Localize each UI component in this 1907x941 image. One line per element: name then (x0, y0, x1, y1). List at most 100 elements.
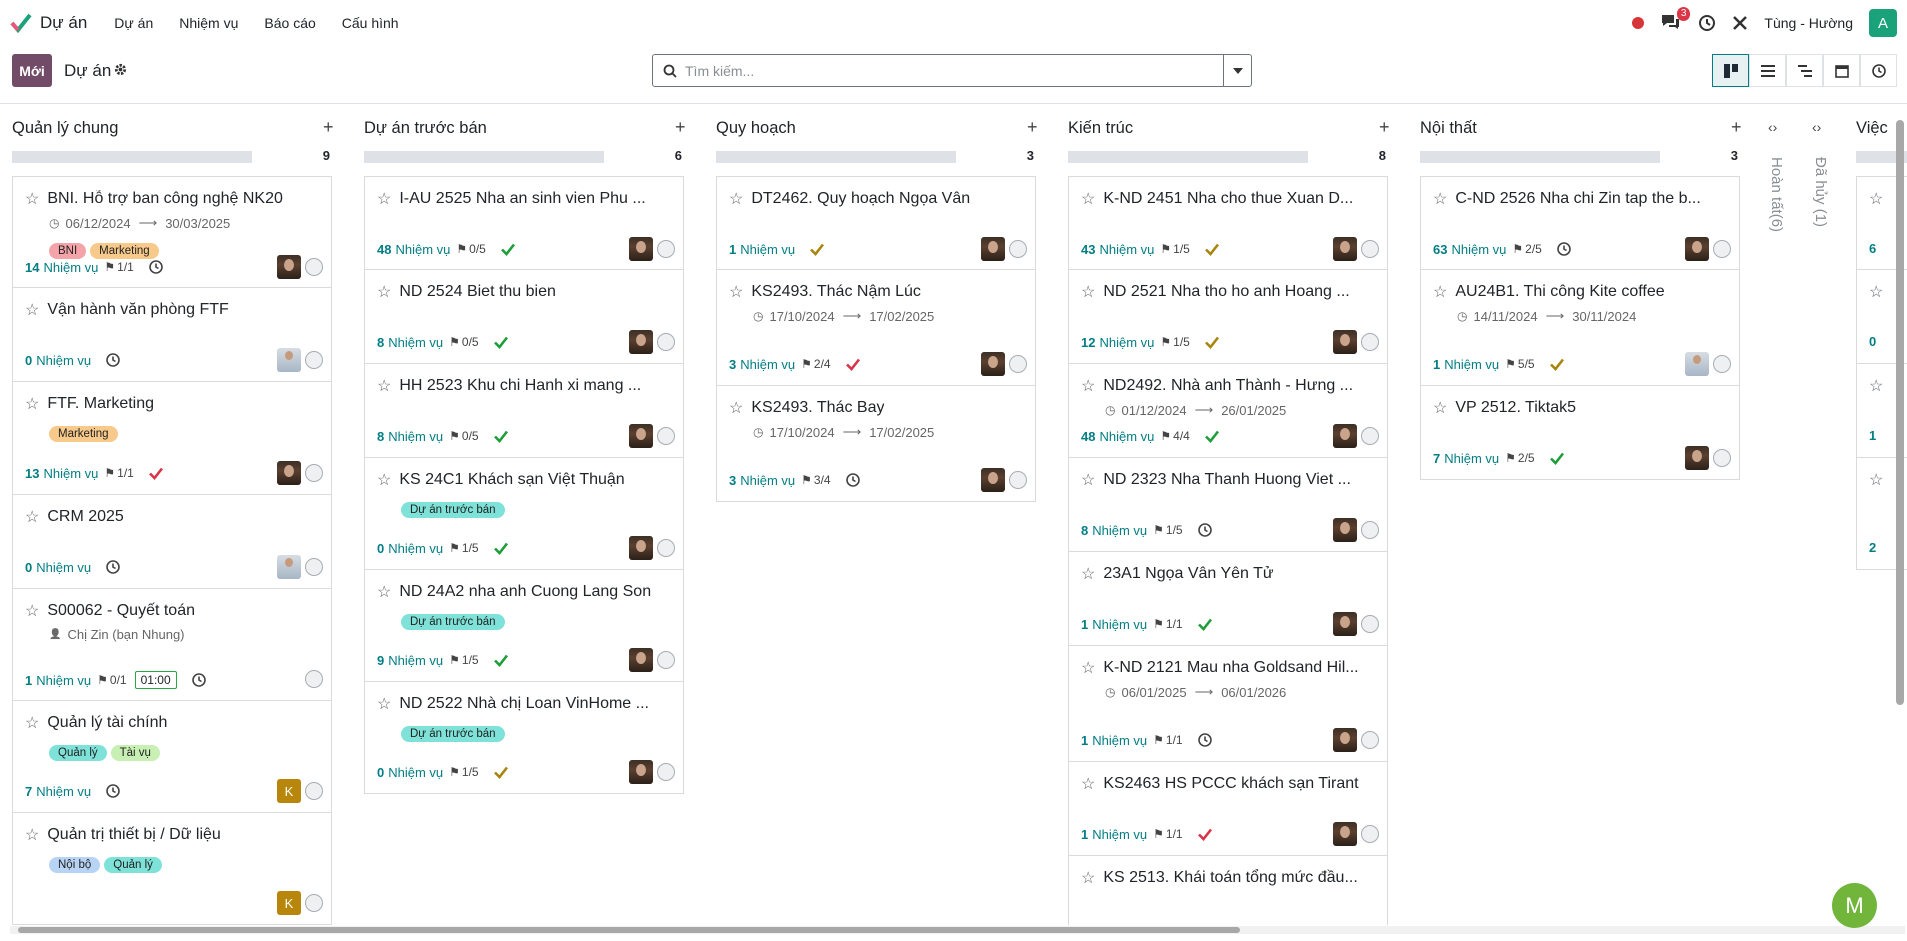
check-green-icon[interactable] (1204, 428, 1220, 444)
project-card[interactable]: ☆ DT2462. Quy hoạch Ngọa Vân 1 Nhiệm vụ (716, 176, 1036, 270)
task-count[interactable]: 0 (1869, 334, 1876, 349)
tasks-link[interactable]: 8 Nhiệm vụ (1081, 523, 1147, 538)
status-circle[interactable] (1361, 825, 1379, 843)
assignee-avatar[interactable] (1333, 518, 1357, 542)
project-card[interactable]: ☆ Quản lý tài chính Quản lý Tài vụ 7 Nhiệm vụ… (12, 701, 332, 813)
tasks-link[interactable]: 1 Nhiệm vụ (25, 673, 91, 688)
clock-icon[interactable] (1197, 522, 1213, 538)
project-card[interactable]: ☆ VP 2512. Tiktak5 7 Nhiệm vụ ⚑ 2/5 (1420, 386, 1740, 480)
assignee-avatar[interactable] (1685, 237, 1709, 261)
project-card[interactable]: ☆ ND 2323 Nha Thanh Huong Viet ... 8 Nhiệm … (1068, 458, 1388, 552)
add-card-plus-icon[interactable]: + (1731, 117, 1742, 138)
check-olive-icon[interactable] (1204, 241, 1220, 257)
search-options-toggle[interactable] (1223, 55, 1251, 86)
project-card[interactable]: ☆ HH 2523 Khu chi Hanh xi mang ... 8 Nhiệm … (364, 364, 684, 458)
check-green-icon[interactable] (493, 334, 509, 350)
assignee-avatar[interactable] (1333, 612, 1357, 636)
user-avatar[interactable]: A (1869, 9, 1897, 37)
favorite-star-icon[interactable]: ☆ (377, 470, 391, 490)
favorite-star-icon[interactable]: ☆ (729, 189, 743, 209)
app-brand[interactable]: Dự án (10, 13, 87, 33)
favorite-star-icon[interactable]: ☆ (1081, 658, 1095, 678)
tasks-link[interactable]: 0 Nhiệm vụ (25, 353, 91, 368)
gear-icon[interactable] (114, 63, 127, 76)
favorite-star-icon[interactable]: ☆ (25, 825, 39, 845)
gantt-view-button[interactable] (1786, 54, 1823, 87)
project-card[interactable]: ☆ Vận hành văn phòng FTF 0 Nhiệm vụ (12, 288, 332, 382)
tasks-link[interactable]: 0 Nhiệm vụ (377, 765, 443, 780)
check-red-icon[interactable] (148, 465, 164, 481)
column-title[interactable]: Quy hoạch (716, 119, 796, 138)
tasks-link[interactable]: 7 Nhiệm vụ (25, 784, 91, 799)
column-title[interactable]: Kiến trúc (1068, 119, 1133, 138)
status-circle[interactable] (657, 427, 675, 445)
favorite-star-icon[interactable]: ☆ (377, 694, 391, 714)
assignee-avatar[interactable] (629, 536, 653, 560)
assignee-avatar[interactable] (629, 237, 653, 261)
tasks-link[interactable]: 48 Nhiệm vụ (1081, 429, 1154, 444)
project-card[interactable]: ☆ KS2493. Thác Bay ◷ 17/10/2024 ⟶ 17/02/2025 3… (716, 386, 1036, 502)
vertical-scrollbar[interactable] (1896, 120, 1905, 920)
favorite-star-icon[interactable]: ☆ (1433, 398, 1447, 418)
assignee-avatar[interactable] (1333, 330, 1357, 354)
task-count[interactable]: 2 (1869, 540, 1876, 555)
clock-icon[interactable] (105, 783, 121, 799)
favorite-star-icon[interactable]: ☆ (377, 376, 391, 396)
favorite-star-icon[interactable]: ☆ (25, 713, 39, 733)
assignee-avatar[interactable]: K (277, 891, 301, 915)
menu-du-an[interactable]: Dự án (114, 15, 153, 31)
project-card[interactable]: ☆ ND 2521 Nha tho ho anh Hoang ... 12 Nhiệm… (1068, 270, 1388, 364)
check-green-icon[interactable] (500, 241, 516, 257)
status-circle[interactable] (1009, 471, 1027, 489)
status-circle[interactable] (657, 651, 675, 669)
favorite-star-icon[interactable]: ☆ (729, 398, 743, 418)
favorite-star-icon[interactable]: ☆ (1081, 376, 1095, 396)
tasks-link[interactable]: 8 Nhiệm vụ (377, 429, 443, 444)
tasks-link[interactable]: 7 Nhiệm vụ (1433, 451, 1499, 466)
status-circle[interactable] (1009, 240, 1027, 258)
check-olive-icon[interactable] (1204, 334, 1220, 350)
task-count[interactable]: 1 (1869, 428, 1876, 443)
project-card[interactable]: ☆ 23A1 Ngọa Vân Yên Tử 1 Nhiệm vụ ⚑ 1/1 (1068, 552, 1388, 646)
project-card[interactable]: ☆ AU24B1. Thi công Kite coffee ◷ 14/11/2024… (1420, 270, 1740, 386)
clock-icon[interactable] (191, 672, 207, 688)
tasks-link[interactable]: 1 Nhiệm vụ (729, 242, 795, 257)
tasks-link[interactable]: 1 Nhiệm vụ (1433, 357, 1499, 372)
favorite-star-icon[interactable]: ☆ (25, 189, 39, 209)
status-circle[interactable] (1361, 521, 1379, 539)
tasks-link[interactable]: 0 Nhiệm vụ (377, 541, 443, 556)
favorite-star-icon[interactable]: ☆ (1869, 376, 1883, 396)
check-olive-icon[interactable] (809, 241, 825, 257)
column-progress-bar[interactable] (1420, 151, 1660, 163)
column-progress-bar[interactable] (1068, 151, 1308, 163)
project-card[interactable]: ☆ S00062 - Quyết toán 👤 Chị Zin (bạn Nhung)… (12, 589, 332, 701)
status-circle[interactable] (1713, 449, 1731, 467)
search-input[interactable] (685, 62, 1223, 79)
favorite-star-icon[interactable]: ☆ (25, 394, 39, 414)
status-circle[interactable] (305, 351, 323, 369)
folded-column[interactable]: ‹› Đã hủy (1) (1806, 105, 1846, 305)
status-circle[interactable] (1361, 427, 1379, 445)
assignee-avatar[interactable] (629, 424, 653, 448)
tasks-link[interactable]: 3 Nhiệm vụ (729, 357, 795, 372)
user-name[interactable]: Tùng - Hường (1764, 15, 1853, 31)
project-card[interactable]: ☆ ND 2524 Biet thu bien 8 Nhiệm vụ ⚑ 0/5 (364, 270, 684, 364)
project-card[interactable]: ☆ Quản trị thiết bị / Dữ liệu Nội bộ Quản l… (12, 813, 332, 925)
assignee-avatar[interactable] (1685, 446, 1709, 470)
column-title[interactable]: Nội thất (1420, 119, 1477, 138)
tasks-link[interactable]: 13 Nhiệm vụ (25, 466, 98, 481)
check-red-icon[interactable] (1197, 826, 1213, 842)
column-progress-bar[interactable] (364, 151, 604, 163)
column-progress-bar[interactable] (12, 151, 252, 163)
status-circle[interactable] (305, 558, 323, 576)
favorite-star-icon[interactable]: ☆ (377, 189, 391, 209)
new-button[interactable]: Mới (12, 54, 52, 87)
project-card[interactable]: ☆ KS2493. Thác Nậm Lúc ◷ 17/10/2024 ⟶ 17/02/2… (716, 270, 1036, 386)
expand-arrows-icon[interactable]: ‹› (1768, 119, 1777, 135)
project-card[interactable]: ☆ ND 2522 Nhà chị Loan VinHome ... Dự án t… (364, 682, 684, 794)
add-card-plus-icon[interactable]: + (323, 117, 334, 138)
column-progress-bar[interactable] (716, 151, 956, 163)
status-circle[interactable] (657, 763, 675, 781)
assignee-avatar[interactable] (981, 237, 1005, 261)
project-card[interactable]: ☆ KS 24C1 Khách sạn Việt Thuận Dự án trước… (364, 458, 684, 570)
